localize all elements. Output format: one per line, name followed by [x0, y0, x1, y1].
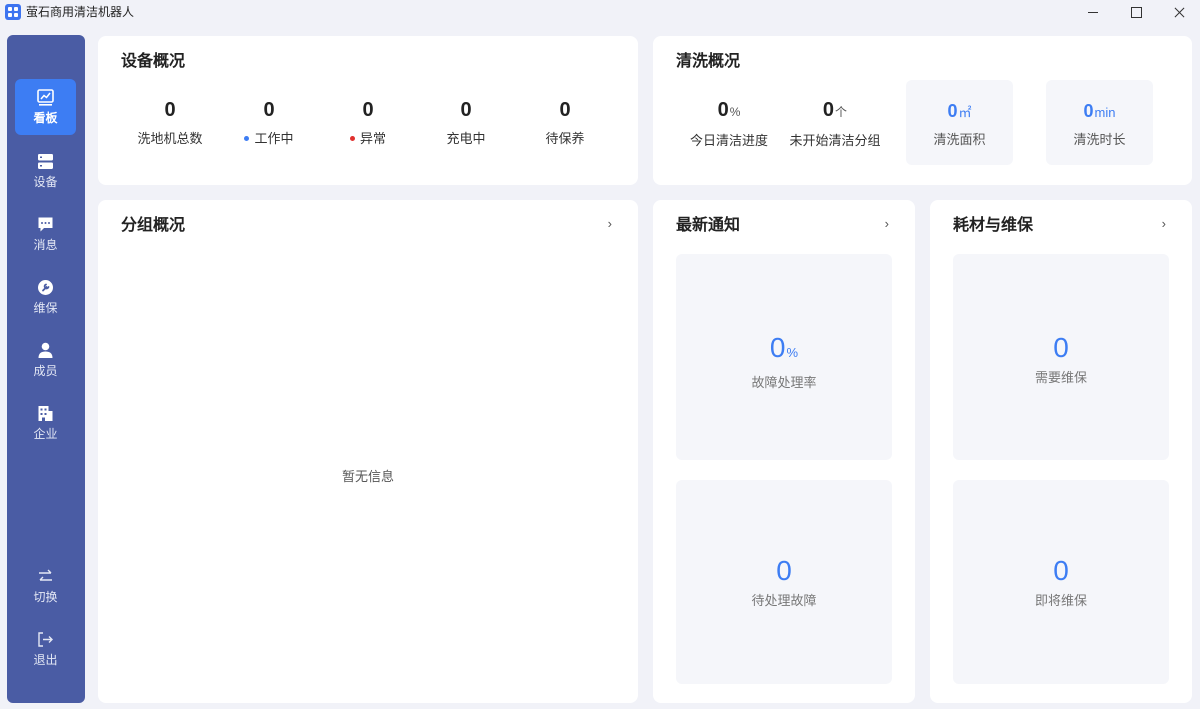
- sidebar-item-label: 维保: [33, 301, 58, 315]
- fault-rate-box: 0% 故障处理率: [676, 254, 892, 460]
- chart-icon: [37, 89, 54, 106]
- logout-button[interactable]: 退出: [15, 621, 76, 677]
- latest-notice-card: 最新通知 › 0% 故障处理率 0 待处理故障: [653, 200, 915, 703]
- need-maintenance-box: 0 需要维保: [953, 254, 1169, 460]
- device-icon: [38, 154, 53, 169]
- stat-working: 0 工作中: [214, 98, 324, 147]
- stat-cleaning-progress: 0% 今日清洁进度: [689, 99, 768, 148]
- wrench-icon: [38, 280, 53, 295]
- cleaning-overview-title: 清洗概况: [676, 53, 741, 70]
- maintenance-arrow-icon[interactable]: ›: [1162, 216, 1166, 232]
- minimize-button[interactable]: [1071, 0, 1115, 26]
- sidebar-item-label: 成员: [33, 364, 58, 378]
- sidebar-item-maintenance[interactable]: 维保: [15, 269, 76, 325]
- sidebar-item-message[interactable]: 消息: [15, 206, 76, 262]
- pending-faults-box: 0 待处理故障: [676, 480, 892, 684]
- empty-state-text: 暂无信息: [341, 469, 394, 484]
- switch-icon: [39, 569, 52, 581]
- sidebar-item-enterprise[interactable]: 企业: [15, 395, 76, 451]
- stat-not-started-groups: 0个 未开始清洁分组: [789, 99, 881, 148]
- status-dot-blue: [244, 136, 250, 142]
- switch-label: 切换: [33, 590, 58, 604]
- sidebar: 看板 设备 消息 维保 成员 企业 切换 退出: [7, 35, 85, 703]
- sidebar-item-device[interactable]: 设备: [15, 143, 76, 199]
- sidebar-item-label: 看板: [33, 111, 58, 125]
- user-icon: [38, 342, 53, 358]
- app-title: 萤石商用清洁机器人: [26, 5, 135, 19]
- stat-charging: 0 充电中: [446, 99, 486, 146]
- logout-label: 退出: [33, 653, 58, 667]
- cleaning-area-tile: 0㎡ 清洗面积: [906, 80, 1013, 165]
- app-logo-icon: [5, 4, 21, 20]
- close-button[interactable]: [1157, 0, 1200, 26]
- device-overview-title: 设备概况: [121, 53, 186, 70]
- latest-notice-arrow-icon[interactable]: ›: [885, 216, 889, 232]
- group-overview-arrow-icon[interactable]: ›: [608, 216, 612, 232]
- switch-button[interactable]: 切换: [15, 558, 76, 614]
- stat-abnormal: 0 异常: [313, 98, 423, 147]
- latest-notice-title: 最新通知: [676, 217, 741, 234]
- cleaning-duration-tile: 0min 清洗时长: [1046, 80, 1153, 165]
- sidebar-item-label: 设备: [33, 175, 58, 189]
- device-overview-card: 设备概况 0 洗地机总数 0 工作中 0 异常 0 充电中 0 待保养: [98, 36, 638, 185]
- message-icon: [38, 217, 53, 232]
- sidebar-item-label: 消息: [33, 238, 58, 252]
- maximize-button[interactable]: [1114, 0, 1158, 26]
- stat-total-machines: 0 洗地机总数: [137, 99, 203, 146]
- maintenance-card: 耗材与维保 › 0 需要维保 0 即将维保: [930, 200, 1192, 703]
- cleaning-overview-card: 清洗概况 0% 今日清洁进度 0个 未开始清洁分组 0㎡ 清洗面积 0min 清…: [653, 36, 1192, 185]
- group-overview-card: 分组概况 › 暂无信息: [98, 200, 638, 703]
- upcoming-maintenance-box: 0 即将维保: [953, 480, 1169, 684]
- title-bar: 萤石商用清洁机器人: [0, 0, 1200, 26]
- stat-pending-maintenance: 0 待保养: [545, 99, 585, 146]
- group-overview-title: 分组概况: [121, 217, 186, 234]
- building-icon: [38, 406, 53, 421]
- sidebar-item-dashboard[interactable]: 看板: [15, 79, 76, 135]
- status-dot-red: [349, 136, 355, 142]
- sidebar-item-label: 企业: [33, 427, 58, 441]
- maintenance-title: 耗材与维保: [953, 217, 1034, 234]
- sidebar-item-members[interactable]: 成员: [15, 332, 76, 388]
- logout-icon: [38, 632, 53, 647]
